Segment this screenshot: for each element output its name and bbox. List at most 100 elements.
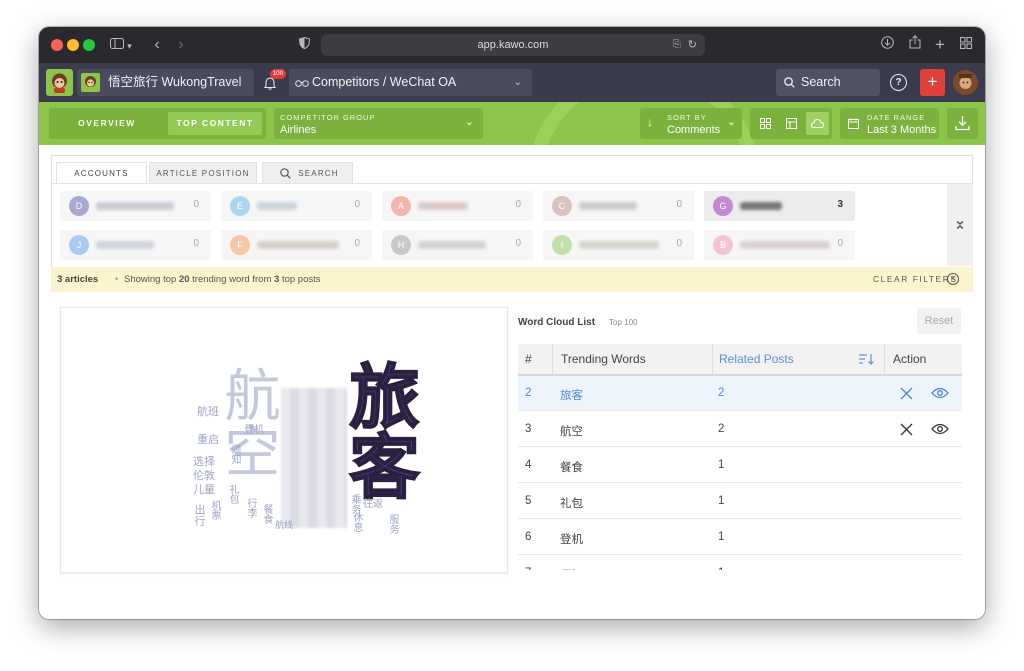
account-chip[interactable]: F0: [221, 230, 372, 260]
account-chip[interactable]: J0: [60, 230, 211, 260]
word-cloud-word[interactable]: 儿童: [193, 484, 215, 495]
account-count: 0: [354, 199, 360, 210]
account-name-blurred: [740, 241, 830, 249]
word-cloud-word[interactable]: 行李: [245, 498, 256, 518]
word-cloud-word[interactable]: 重启: [197, 434, 219, 445]
word-cloud-word[interactable]: 往返: [363, 500, 383, 510]
view-posts-eye-icon[interactable]: [931, 387, 949, 399]
account-chip[interactable]: C0: [543, 191, 694, 221]
tab-article-position[interactable]: ARTICLE POSITION: [149, 162, 257, 184]
privacy-shield-icon[interactable]: [295, 35, 313, 55]
user-avatar[interactable]: [953, 70, 978, 95]
competitor-group-select[interactable]: COMPETITOR GROUP Airlines ⌄: [274, 108, 483, 139]
tab-search-label: SEARCH: [298, 169, 339, 178]
word-cloud-word[interactable]: 餐食: [261, 504, 272, 524]
sort-value: Comments: [667, 124, 721, 136]
account-count: 0: [676, 199, 682, 210]
tab-accounts[interactable]: ACCOUNTS: [56, 162, 147, 184]
expand-accounts-button[interactable]: [947, 184, 973, 266]
account-name-blurred: [257, 202, 297, 210]
view-posts-eye-icon[interactable]: [931, 423, 949, 435]
clear-filters-button[interactable]: CLEAR FILTERS: [873, 267, 958, 292]
table-view-icon[interactable]: [780, 112, 804, 135]
close-window-button[interactable]: [51, 39, 63, 51]
word-cloud-view-icon[interactable]: [806, 112, 829, 135]
table-row[interactable]: 4 餐食 1: [518, 448, 962, 483]
downloads-icon[interactable]: [877, 35, 897, 55]
notifications-button[interactable]: 100: [258, 69, 286, 96]
table-row[interactable]: 5 礼包 1: [518, 484, 962, 519]
account-name-blurred: [257, 241, 339, 249]
chevron-down-icon: ⌄: [726, 116, 736, 128]
account-avatar: B: [713, 235, 733, 255]
word-cloud-word[interactable]: 机票: [209, 500, 220, 520]
word-cloud-word[interactable]: 出行: [193, 504, 206, 526]
word-cloud-word[interactable]: 须知: [229, 444, 240, 464]
section-selector[interactable]: Competitors / WeChat OA ⌄: [289, 69, 532, 96]
clear-filters-icon[interactable]: ×: [947, 273, 959, 285]
row-posts: 1: [718, 567, 724, 570]
breadcrumb: Competitors / WeChat OA: [312, 75, 457, 89]
content-toolbar: OVERVIEW TOP CONTENT COMPETITOR GROUP Ai…: [39, 102, 985, 145]
word-cloud-word[interactable]: 航线: [275, 522, 293, 531]
account-chip[interactable]: E0: [221, 191, 372, 221]
word-cloud-word[interactable]: 选择: [193, 456, 215, 467]
reload-icon[interactable]: ↻: [688, 34, 697, 56]
zoom-window-button[interactable]: [83, 39, 95, 51]
account-chip-selected[interactable]: G3: [704, 191, 855, 221]
share-icon[interactable]: [905, 35, 925, 55]
account-chip[interactable]: B0: [704, 230, 855, 260]
word-cloud-word[interactable]: 礼包: [227, 484, 238, 504]
help-icon[interactable]: ?: [890, 74, 907, 91]
account-chip[interactable]: I0: [543, 230, 694, 260]
row-rank: 3: [525, 423, 532, 435]
sort-descending-icon[interactable]: [859, 353, 875, 365]
word-cloud-word[interactable]: 服务: [387, 514, 398, 534]
download-button[interactable]: [947, 108, 978, 139]
exclude-word-icon[interactable]: [900, 423, 913, 436]
exclude-word-icon[interactable]: [900, 387, 913, 400]
grid-view-icon[interactable]: [754, 112, 778, 135]
tab-top-content[interactable]: TOP CONTENT: [168, 112, 262, 135]
word-cloud-word[interactable]: 航空: [215, 366, 280, 478]
search-button[interactable]: Search: [776, 69, 880, 96]
table-row[interactable]: 7 须知 1: [518, 556, 962, 570]
kawo-logo-icon[interactable]: [46, 69, 73, 96]
word-cloud-word[interactable]: 旅客: [337, 359, 421, 501]
competitor-group-label: COMPETITOR GROUP: [280, 113, 376, 122]
table-row[interactable]: 6 登机 1: [518, 520, 962, 555]
tab-overview[interactable]: OVERVIEW: [53, 112, 161, 135]
separator: •: [115, 274, 119, 285]
word-cloud-word[interactable]: 伦敦: [193, 470, 215, 481]
word-cloud-word[interactable]: 乘务: [349, 494, 360, 514]
table-row[interactable]: 3 航空 2: [518, 412, 962, 447]
tab-search[interactable]: SEARCH: [262, 162, 353, 184]
account-chip[interactable]: D0: [60, 191, 211, 221]
minimize-window-button[interactable]: [67, 39, 79, 51]
account-chip[interactable]: H0: [382, 230, 533, 260]
sort-select[interactable]: ↓ SORT BY Comments ⌄: [640, 108, 742, 139]
tab-overview-icon[interactable]: [957, 35, 975, 55]
reset-button[interactable]: Reset: [917, 308, 961, 334]
translate-icon[interactable]: ⎘: [673, 34, 681, 56]
column-header-related-posts[interactable]: Related Posts: [712, 344, 884, 374]
search-label: Search: [801, 75, 841, 89]
account-avatar: C: [552, 196, 572, 216]
account-chip[interactable]: A0: [382, 191, 533, 221]
account-count: 0: [193, 199, 199, 210]
back-icon[interactable]: ‹: [147, 35, 167, 55]
forward-icon[interactable]: ›: [171, 35, 191, 55]
table-row-selected[interactable]: 2 旅客 2: [518, 376, 962, 411]
brand-switcher[interactable]: 悟空旅行 WukongTravel: [77, 69, 254, 96]
add-button[interactable]: +: [920, 69, 945, 96]
word-cloud-word[interactable]: 航班: [197, 406, 219, 417]
column-header-word[interactable]: Trending Words: [552, 344, 712, 374]
date-range-select[interactable]: DATE RANGE Last 3 Months: [840, 108, 939, 139]
new-tab-icon[interactable]: +: [931, 35, 949, 55]
word-cloud-word[interactable]: 休息: [351, 512, 362, 532]
account-name-blurred: [418, 202, 468, 210]
word-cloud-word[interactable]: 登机: [244, 426, 264, 436]
chevron-down-icon: ⌄: [464, 116, 474, 128]
sidebar-toggle-icon[interactable]: ▾: [107, 35, 135, 55]
address-bar[interactable]: app.kawo.com ⎘ ↻: [321, 34, 705, 56]
